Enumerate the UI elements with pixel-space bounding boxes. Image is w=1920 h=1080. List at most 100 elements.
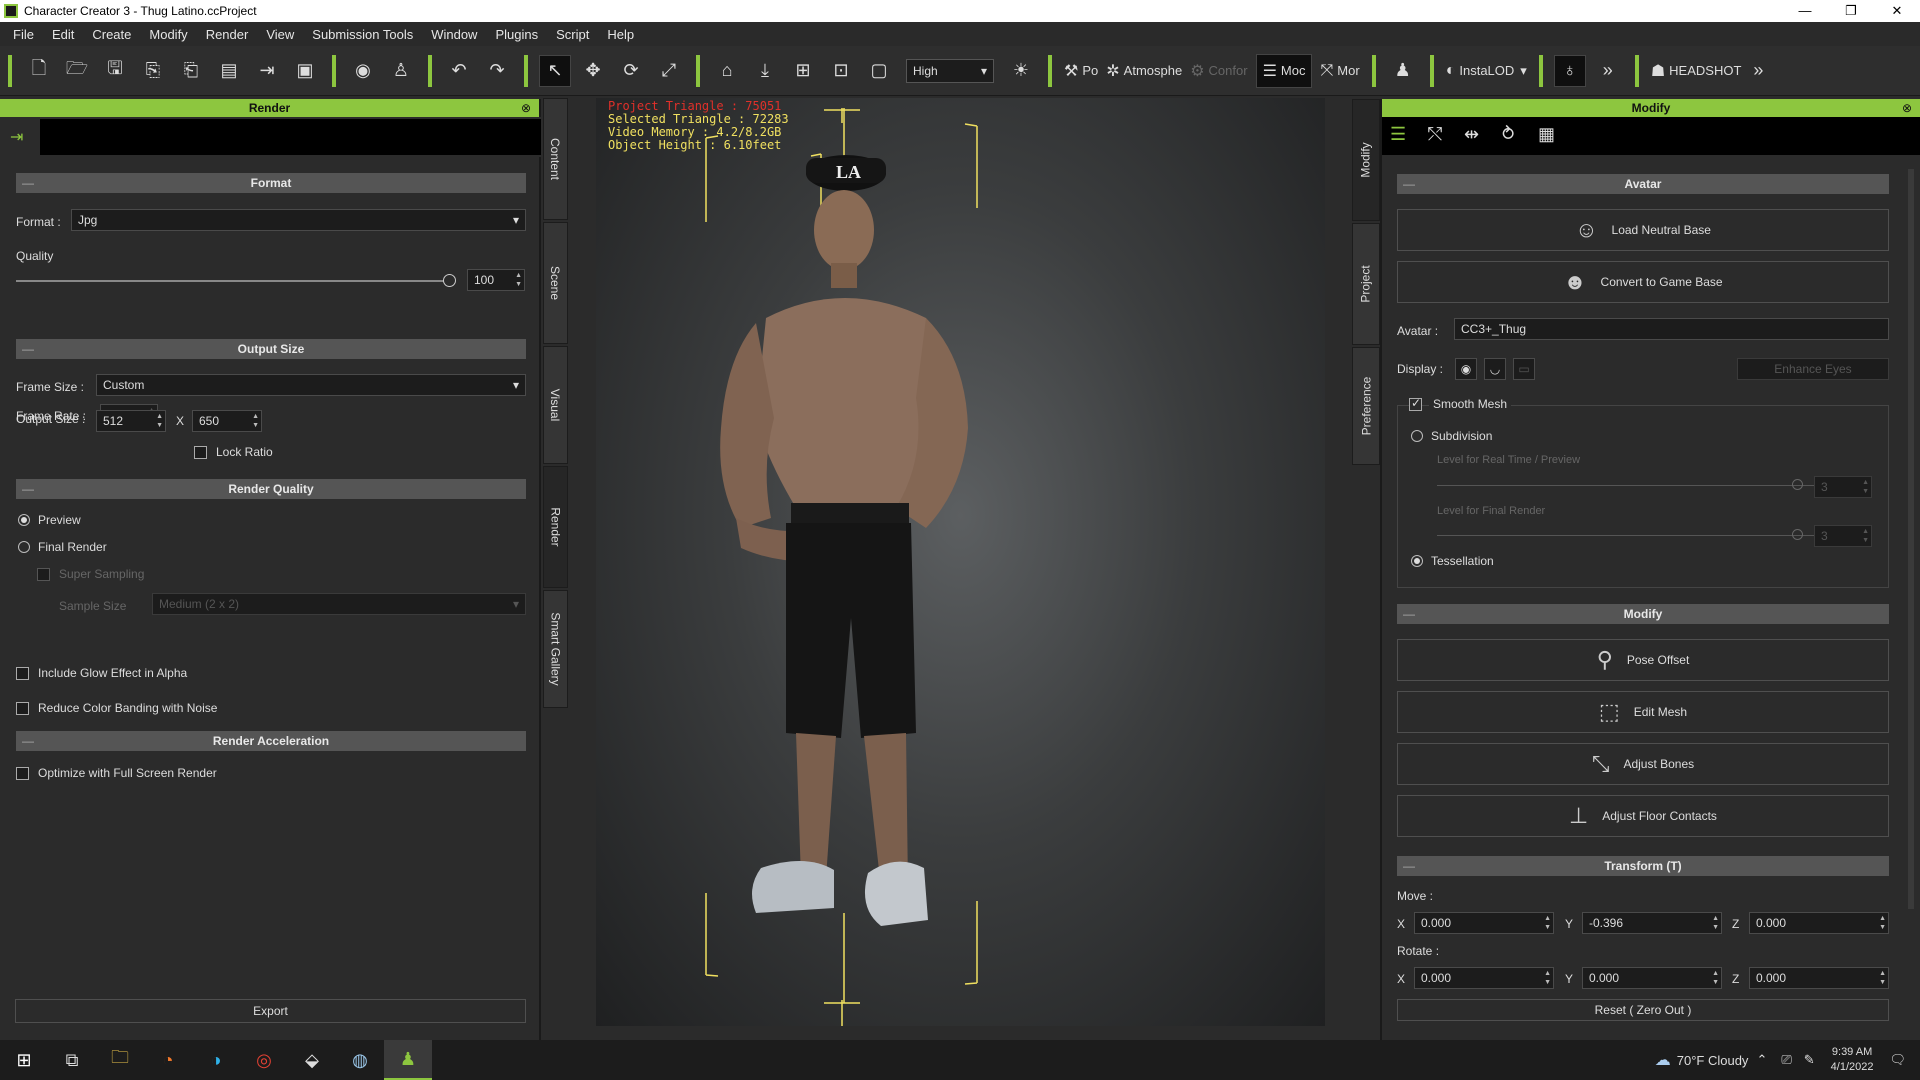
character-tool-icon[interactable]: ♙ xyxy=(385,55,417,87)
character-model[interactable]: LA xyxy=(596,98,1325,1026)
render-quality-section[interactable]: — Render Quality xyxy=(16,479,526,499)
collapse-icon[interactable]: — xyxy=(22,731,34,751)
subdivision-radio[interactable] xyxy=(1411,430,1423,442)
maximize-button[interactable]: ❐ xyxy=(1828,0,1874,22)
undo-icon[interactable]: ↶ xyxy=(443,55,475,87)
save-icon[interactable]: 🖫 xyxy=(99,55,131,87)
convert-game-base-button[interactable]: ☻ Convert to Game Base xyxy=(1397,261,1889,303)
rotate-z-field[interactable]: 0.000 ▲ ▼ xyxy=(1749,967,1889,989)
edge-icon[interactable]: ◑ xyxy=(192,1040,240,1080)
collapse-icon[interactable]: — xyxy=(1403,604,1415,624)
collapse-icon[interactable]: — xyxy=(22,339,34,359)
tab-modify[interactable]: Modify xyxy=(1352,99,1380,221)
render-acceleration-section[interactable]: — Render Acceleration xyxy=(16,731,526,751)
pose-button[interactable]: ⚒ Po xyxy=(1064,61,1098,81)
menu-plugins[interactable]: Plugins xyxy=(486,27,547,42)
import-icon[interactable]: ⎘ xyxy=(137,55,169,87)
smooth-mesh-checkbox[interactable] xyxy=(1409,396,1422,411)
spinner-arrows-icon[interactable]: ▲ ▼ xyxy=(1712,914,1719,932)
pen-icon[interactable]: ✎ xyxy=(1804,1052,1815,1068)
format-dropdown[interactable]: Jpg ▾ xyxy=(71,209,526,231)
pose-offset-button[interactable]: ⚲ Pose Offset xyxy=(1397,639,1889,681)
minimize-button[interactable]: — xyxy=(1782,0,1828,22)
spinner-arrows-icon[interactable]: ▲ ▼ xyxy=(1712,969,1719,987)
adjust-bones-button[interactable]: ⤡ Adjust Bones xyxy=(1397,743,1889,785)
menu-submission-tools[interactable]: Submission Tools xyxy=(303,27,422,42)
export-icon[interactable]: ⇥ xyxy=(251,55,283,87)
modify-button[interactable]: ☰ Moc xyxy=(1255,53,1313,88)
rotate-x-field[interactable]: 0.000 ▲ ▼ xyxy=(1414,967,1554,989)
more-tools-icon[interactable]: » xyxy=(1592,55,1624,87)
output-width-spinbox[interactable]: 512 ▲ ▼ xyxy=(96,410,166,432)
output-size-section[interactable]: — Output Size xyxy=(16,339,526,359)
spinner-arrows-icon[interactable]: ▲ ▼ xyxy=(1544,969,1551,987)
frame-selected-icon[interactable]: ⊡ xyxy=(825,55,857,87)
frame-size-dropdown[interactable]: Custom ▾ xyxy=(96,374,526,396)
tab-project[interactable]: Project xyxy=(1352,223,1380,345)
tab-visual[interactable]: Visual xyxy=(543,346,568,464)
quality-slider-handle[interactable] xyxy=(443,274,456,287)
headshot-button[interactable]: ☗ HEADSHOT xyxy=(1651,61,1742,81)
character-creator-taskbar-icon[interactable]: ♟ xyxy=(384,1040,432,1080)
menu-view[interactable]: View xyxy=(257,27,303,42)
tessellation-radio[interactable] xyxy=(1411,555,1423,567)
avatar-name-field[interactable]: CC3+_Thug xyxy=(1454,318,1889,340)
home-icon[interactable]: ⌂ xyxy=(711,55,743,87)
menu-create[interactable]: Create xyxy=(83,27,140,42)
spinner-arrows-icon[interactable]: ▲ ▼ xyxy=(1879,969,1886,987)
menu-file[interactable]: File xyxy=(4,27,43,42)
overflow-icon[interactable]: » xyxy=(1748,55,1768,87)
export-fbx-icon[interactable]: ▣ xyxy=(289,55,321,87)
tab-smart-gallery[interactable]: Smart Gallery xyxy=(543,590,568,708)
blender-icon[interactable]: ◔ xyxy=(144,1040,192,1080)
select-arrow-icon[interactable]: ↖ xyxy=(539,54,571,87)
weather-text[interactable]: 70°F Cloudy xyxy=(1677,1053,1749,1068)
spinner-arrows-icon[interactable]: ▲ ▼ xyxy=(156,412,163,430)
sliders-icon[interactable]: ☰ xyxy=(1390,124,1406,145)
lock-ratio-checkbox[interactable] xyxy=(194,446,207,459)
tab-preference[interactable]: Preference xyxy=(1352,347,1380,465)
instalod-button[interactable]: ◐ InstaLOD ▾ xyxy=(1446,62,1527,80)
menu-render[interactable]: Render xyxy=(197,27,258,42)
collapse-icon[interactable]: — xyxy=(22,173,34,193)
quality-dropdown[interactable]: High ▾ xyxy=(906,58,994,83)
spinner-arrows-icon[interactable]: ▲ ▼ xyxy=(1544,914,1551,932)
3d-viewport[interactable]: Project Triangle : 75051 Selected Triang… xyxy=(596,98,1325,1026)
transform-section[interactable]: — Transform (T) xyxy=(1397,856,1889,876)
figure-icon[interactable]: ♟ xyxy=(1387,55,1419,87)
tab-render[interactable]: Render xyxy=(543,466,568,588)
windows-start-icon[interactable]: ⊞ xyxy=(0,1040,48,1080)
smart-hair-icon[interactable]: ♁ xyxy=(1553,54,1586,87)
banding-checkbox[interactable] xyxy=(16,702,29,715)
menu-modify[interactable]: Modify xyxy=(140,27,196,42)
clock[interactable]: 9:39 AM 4/1/2022 xyxy=(1831,1045,1874,1075)
chevron-up-icon[interactable]: ⌃ xyxy=(1756,1052,1767,1068)
menu-window[interactable]: Window xyxy=(422,27,486,42)
fullscreen-checkbox[interactable] xyxy=(16,767,29,780)
adjust-floor-contacts-button[interactable]: ⊥ Adjust Floor Contacts xyxy=(1397,795,1889,837)
output-height-spinbox[interactable]: 650 ▲ ▼ xyxy=(192,410,262,432)
export-arrow-icon[interactable]: ⇥ xyxy=(10,127,23,147)
collapse-icon[interactable]: — xyxy=(1403,856,1415,876)
steam-icon[interactable]: ◍ xyxy=(336,1040,384,1080)
tab-content[interactable]: Content xyxy=(543,98,568,220)
headshot-tool-icon[interactable]: ◉ xyxy=(347,55,379,87)
checker-icon[interactable]: ▦ xyxy=(1538,124,1555,145)
move-z-field[interactable]: 0.000 ▲ ▼ xyxy=(1749,912,1889,934)
quality-spinbox[interactable]: 100 ▲ ▼ xyxy=(467,269,525,291)
collapse-icon[interactable]: — xyxy=(1403,174,1415,194)
new-file-icon[interactable]: 🗋 xyxy=(23,55,55,87)
close-panel-icon[interactable]: ⊗ xyxy=(1902,99,1912,117)
spinner-arrows-icon[interactable]: ▲ ▼ xyxy=(515,271,522,289)
file-explorer-icon[interactable]: 🗀 xyxy=(96,1040,144,1080)
modify-panel-scrollbar[interactable] xyxy=(1908,169,1914,909)
preview-radio[interactable] xyxy=(18,514,30,526)
import-obj-icon[interactable]: ⎗ xyxy=(175,55,207,87)
move-y-field[interactable]: -0.396 ▲ ▼ xyxy=(1582,912,1722,934)
rotate-icon[interactable]: ⟳ xyxy=(615,55,647,87)
modify-section[interactable]: — Modify xyxy=(1397,604,1889,624)
light-icon[interactable]: ☀ xyxy=(1005,55,1037,87)
task-view-icon[interactable]: ⧉ xyxy=(48,1040,96,1080)
format-section[interactable]: — Format xyxy=(16,173,526,193)
floor-icon[interactable]: ⤓ xyxy=(749,55,781,87)
